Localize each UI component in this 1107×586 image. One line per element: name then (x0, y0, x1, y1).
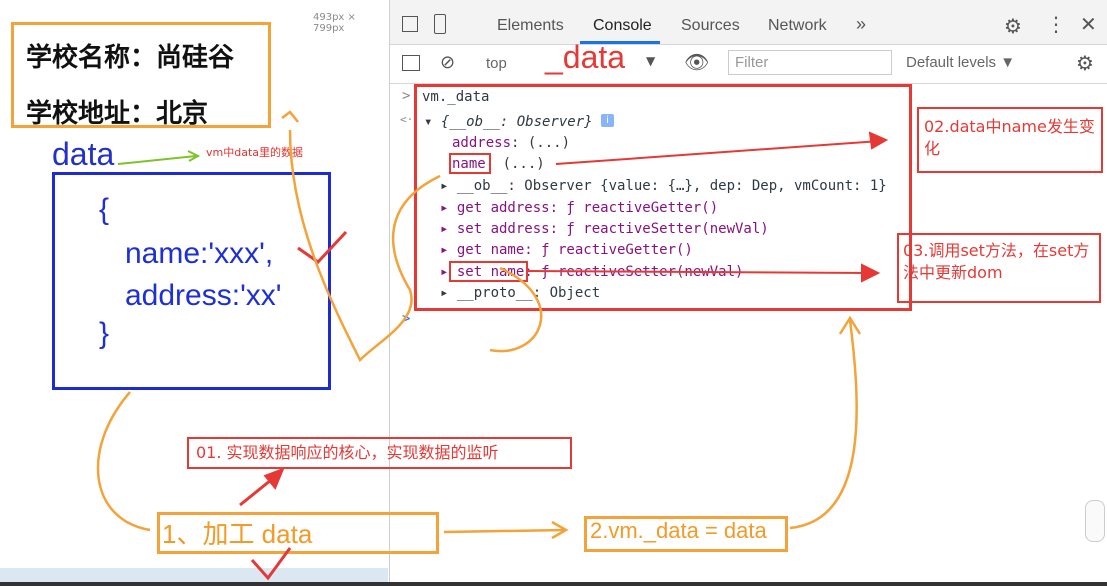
tab-console[interactable]: Console (593, 17, 652, 35)
next-prompt[interactable]: > (402, 311, 410, 327)
school-address: 学校地址：北京 (26, 99, 209, 129)
code-close-brace: } (99, 317, 110, 350)
context-selector[interactable]: top (486, 55, 507, 72)
devtools-tabbar: Elements Console Sources Network » ⚙ ⋮ ✕ (390, 0, 1107, 45)
window-bottom-edge (0, 582, 1107, 586)
school-name: 学校名称：尚硅谷 (26, 43, 235, 73)
filter-input[interactable]: Filter (728, 50, 892, 75)
kebab-menu-icon[interactable]: ⋮ (1046, 12, 1066, 36)
note-03-text: 03.调用set方法，在set方法中更新dom (903, 241, 1090, 282)
code-name-line: name:'xxx', (125, 237, 274, 270)
data-note: vm中data里的数据 (206, 146, 304, 159)
tab-network[interactable]: Network (768, 17, 827, 35)
step-1-text: 1、加工 data (162, 519, 313, 549)
sidebar-toggle-icon[interactable] (402, 55, 420, 71)
name-highlight-box (449, 153, 491, 174)
console-settings-icon[interactable]: ⚙ (1076, 51, 1094, 75)
dropdown-arrow-icon[interactable]: ▼ (646, 54, 655, 68)
viewport-size-badge: 493px × 799px (313, 12, 356, 34)
eye-icon[interactable]: 👁 (684, 50, 709, 74)
data-label: data (52, 136, 115, 172)
code-address-line: address:'xx' (125, 279, 282, 312)
code-open-brace: { (99, 193, 110, 226)
result-arrow: <· (400, 113, 414, 126)
tab-more[interactable]: » (856, 14, 866, 35)
note-02-text: 02.data中name发生变化 (924, 117, 1095, 158)
input-prompt: > (402, 88, 411, 104)
set-name-highlight-box (449, 261, 528, 282)
page-preview: 493px × 799px 学校名称：尚硅谷 学校地址：北京 data vm中d… (0, 0, 388, 586)
tab-sources[interactable]: Sources (681, 17, 740, 35)
school-info-box: 学校名称：尚硅谷 学校地址：北京 (11, 22, 271, 129)
note-01-text: 01. 实现数据响应的核心，实现数据的监听 (196, 443, 499, 462)
inspect-element-icon[interactable] (402, 16, 418, 32)
console-toolbar: ⊘ top _data ▼ 👁 Filter Default levels ▼ … (390, 39, 1107, 84)
data-code-box: { name:'xxx', address:'xx' } (52, 172, 331, 390)
handwritten-data-note: _data (545, 39, 626, 75)
tab-elements[interactable]: Elements (497, 17, 564, 35)
device-toolbar-icon[interactable] (434, 14, 446, 34)
close-icon[interactable]: ✕ (1080, 12, 1097, 36)
default-levels-select[interactable]: Default levels ▼ (906, 54, 1015, 71)
clear-console-icon[interactable]: ⊘ (440, 52, 455, 73)
step-2-text: 2.vm._data = data (590, 518, 767, 543)
scroll-handle[interactable] (1085, 500, 1105, 542)
gear-icon[interactable]: ⚙ (1004, 14, 1022, 38)
